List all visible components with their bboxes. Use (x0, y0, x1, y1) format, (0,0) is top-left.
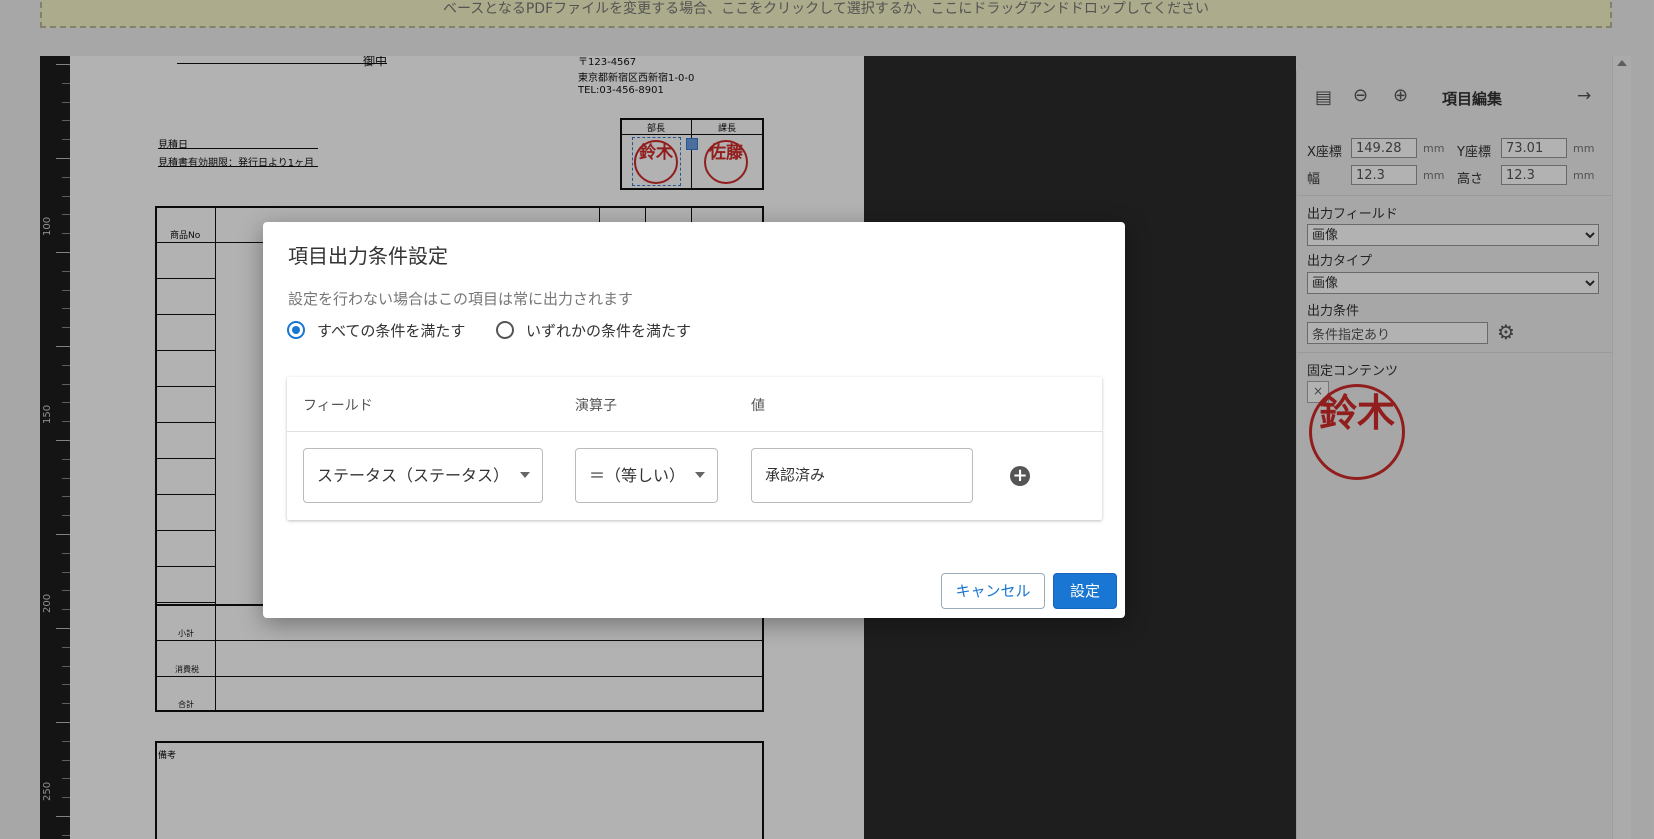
value-column-header: 値 (751, 398, 765, 414)
dialog-title: 項目出力条件設定 (288, 244, 448, 268)
operator-select[interactable]: ＝（等しい） (575, 448, 718, 503)
condition-table: フィールド 演算子 値 ステータス（ステータス） ＝（等しい） 承認済み + (287, 377, 1102, 520)
dialog-hint: 設定を行わない場合はこの項目は常に出力されます (288, 290, 634, 308)
value-input[interactable]: 承認済み (751, 448, 973, 503)
cancel-button[interactable]: キャンセル (941, 573, 1045, 609)
radio-any-label: いずれかの条件を満たす (526, 322, 692, 340)
operator-column-header: 演算子 (575, 398, 617, 414)
output-condition-dialog: 項目出力条件設定 設定を行わない場合はこの項目は常に出力されます すべての条件を… (263, 222, 1125, 618)
field-column-header: フィールド (303, 398, 373, 414)
radio-all-conditions[interactable] (287, 321, 305, 339)
field-select[interactable]: ステータス（ステータス） (303, 448, 543, 503)
radio-all-label: すべての条件を満たす (317, 322, 466, 340)
apply-button[interactable]: 設定 (1053, 573, 1117, 609)
add-condition-icon[interactable]: + (1010, 466, 1030, 486)
chevron-down-icon (520, 472, 530, 478)
radio-any-condition[interactable] (496, 321, 514, 339)
chevron-down-icon (695, 472, 705, 478)
